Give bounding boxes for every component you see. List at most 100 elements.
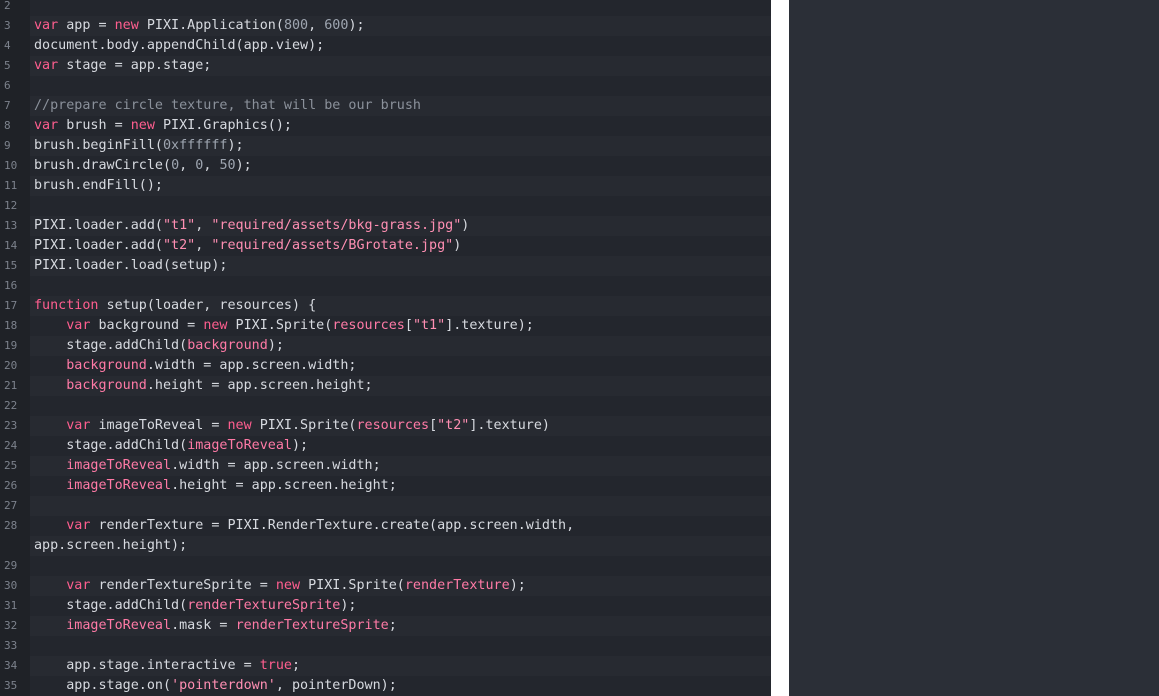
line-number: 17 [0, 296, 30, 316]
code-text: var background = new PIXI.Sprite(resourc… [34, 316, 771, 336]
code-token: app.stage.on( [34, 678, 172, 693]
code-token: var [66, 578, 91, 593]
code-token: , [195, 218, 212, 233]
code-line[interactable]: 31 stage.addChild(renderTextureSprite); [0, 596, 771, 616]
code-token: PIXI.loader.add( [34, 238, 163, 253]
code-token: 600 [324, 18, 349, 33]
line-number: 32 [0, 616, 30, 636]
code-line[interactable]: 30 var renderTextureSprite = new PIXI.Sp… [0, 576, 771, 596]
pane-divider[interactable] [771, 0, 789, 696]
code-token: var [34, 58, 59, 73]
code-line[interactable]: 22 [0, 396, 771, 416]
code-line[interactable]: 25 imageToReveal.width = app.screen.widt… [0, 456, 771, 476]
code-token: "t1" [163, 218, 196, 233]
code-token: background [187, 338, 268, 353]
code-token: imageToReveal = [90, 418, 228, 433]
code-text: var stage = app.stage; [34, 56, 771, 76]
code-line[interactable]: 29 [0, 556, 771, 576]
code-line[interactable]: 4 document.body.appendChild(app.view); [0, 36, 771, 56]
code-token: "t2" [437, 418, 470, 433]
code-line[interactable]: 13 PIXI.loader.add("t1", "required/assets… [0, 216, 771, 236]
code-text: brush.beginFill(0xffffff); [34, 136, 771, 156]
code-text: document.body.appendChild(app.view); [34, 36, 771, 56]
preview-pane [789, 0, 1159, 696]
line-number: 33 [0, 636, 30, 656]
line-number: 12 [0, 196, 30, 216]
code-line[interactable]: 19 stage.addChild(background); [0, 336, 771, 356]
code-line[interactable]: 18 var background = new PIXI.Sprite(reso… [0, 316, 771, 336]
code-token: ].texture) [469, 418, 550, 433]
code-line[interactable]: 35 app.stage.on('pointerdown', pointerDo… [0, 676, 771, 696]
code-text: brush.drawCircle(0, 0, 50); [34, 156, 771, 176]
code-line[interactable]: 21 background.height = app.screen.height… [0, 376, 771, 396]
code-token: var [66, 418, 91, 433]
code-token: , pointerDown); [275, 678, 397, 693]
code-token: 'pointerdown' [171, 678, 276, 693]
code-text: background.height = app.screen.height; [34, 376, 771, 396]
line-number: 24 [0, 436, 30, 456]
code-line[interactable]: 28 var renderTexture = PIXI.RenderTextur… [0, 516, 771, 536]
code-text: var imageToReveal = new PIXI.Sprite(reso… [34, 416, 771, 436]
code-line[interactable]: 24 stage.addChild(imageToReveal); [0, 436, 771, 456]
line-number: 23 [0, 416, 30, 436]
code-line[interactable]: 11 brush.endFill(); [0, 176, 771, 196]
code-token: ; [388, 618, 397, 633]
code-token: , [203, 158, 220, 173]
code-token: [ [429, 418, 438, 433]
code-line[interactable]: 3 var app = new PIXI.Application(800, 600… [0, 16, 771, 36]
code-line[interactable]: 17 function setup(loader, resources) { [0, 296, 771, 316]
code-token: stage.addChild( [34, 338, 188, 353]
line-number: 14 [0, 236, 30, 256]
code-editor[interactable]: 2 3 var app = new PIXI.Application(800, 60… [0, 0, 771, 696]
code-token: function [34, 298, 99, 313]
code-line[interactable]: app.screen.height); [0, 536, 771, 556]
code-line[interactable]: 33 [0, 636, 771, 656]
code-line[interactable]: 26 imageToReveal.height = app.screen.hei… [0, 476, 771, 496]
code-token: PIXI.Sprite( [300, 578, 405, 593]
line-number: 19 [0, 336, 30, 356]
line-number: 4 [0, 36, 30, 56]
code-token: ) [453, 238, 462, 253]
code-token: brush.drawCircle( [34, 158, 172, 173]
code-line[interactable]: 5 var stage = app.stage; [0, 56, 771, 76]
code-token: renderTexture = PIXI.RenderTexture.creat… [90, 518, 575, 533]
code-text: PIXI.loader.add("t1", "required/assets/b… [34, 216, 771, 236]
line-number: 13 [0, 216, 30, 236]
code-token: PIXI.loader.load(setup); [34, 258, 228, 273]
code-text: stage.addChild(renderTextureSprite); [34, 596, 771, 616]
code-line[interactable]: 10 brush.drawCircle(0, 0, 50); [0, 156, 771, 176]
line-number [0, 536, 30, 556]
code-token: new [227, 418, 252, 433]
code-line[interactable]: 34 app.stage.interactive = true; [0, 656, 771, 676]
code-line[interactable]: 16 [0, 276, 771, 296]
code-line[interactable]: 27 [0, 496, 771, 516]
code-token: , [308, 18, 325, 33]
code-text: //prepare circle texture, that will be o… [34, 96, 771, 116]
code-token: renderTextureSprite = [90, 578, 276, 593]
line-number: 18 [0, 316, 30, 336]
code-line[interactable]: 32 imageToReveal.mask = renderTextureSpr… [0, 616, 771, 636]
code-token: imageToReveal [187, 438, 292, 453]
code-token: ); [509, 578, 526, 593]
code-line[interactable]: 12 [0, 196, 771, 216]
code-line[interactable]: 2 [0, 0, 771, 16]
code-line[interactable]: 6 [0, 76, 771, 96]
line-number: 9 [0, 136, 30, 156]
line-number: 10 [0, 156, 30, 176]
code-token: PIXI.Sprite( [251, 418, 357, 433]
code-line[interactable]: 20 background.width = app.screen.width; [0, 356, 771, 376]
code-line[interactable]: 9 brush.beginFill(0xffffff); [0, 136, 771, 156]
code-line[interactable]: 7 //prepare circle texture, that will be … [0, 96, 771, 116]
code-line[interactable]: 15 PIXI.loader.load(setup); [0, 256, 771, 276]
code-token: true [259, 658, 292, 673]
code-text: imageToReveal.height = app.screen.height… [34, 476, 771, 496]
code-line[interactable]: 23 var imageToReveal = new PIXI.Sprite(r… [0, 416, 771, 436]
code-token: brush.endFill(); [34, 178, 163, 193]
code-line[interactable]: 14 PIXI.loader.add("t2", "required/assets… [0, 236, 771, 256]
line-number: 2 [0, 0, 30, 16]
code-token: document.body.appendChild(app.view); [34, 38, 325, 53]
code-line[interactable]: 8 var brush = new PIXI.Graphics(); [0, 116, 771, 136]
code-token: imageToReveal [66, 458, 172, 473]
